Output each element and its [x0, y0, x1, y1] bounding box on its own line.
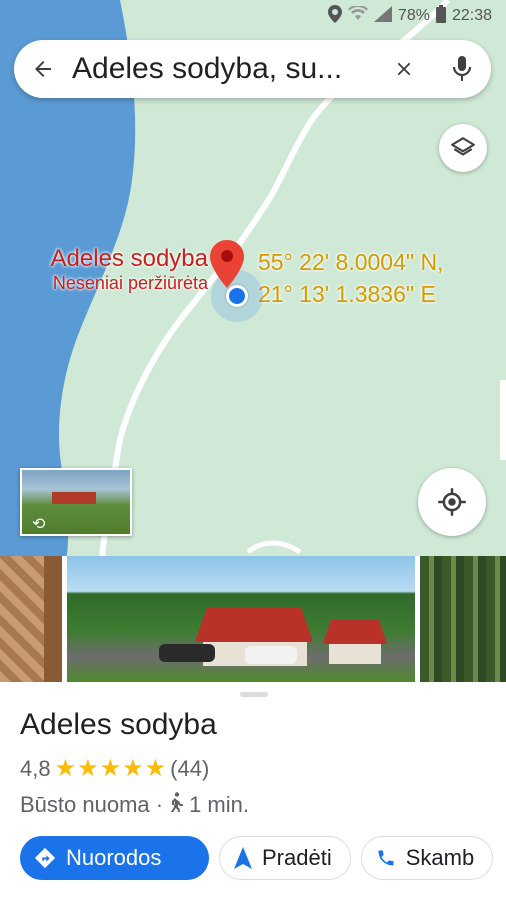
search-bar[interactable]: Adeles sodyba, su...	[14, 40, 491, 98]
directions-icon	[34, 847, 56, 869]
rating-value: 4,8	[20, 756, 51, 781]
photo-forest[interactable]	[420, 556, 506, 682]
photo-car-white	[245, 646, 297, 664]
start-label: Pradėti	[262, 845, 332, 870]
photo-house-exterior[interactable]	[67, 556, 415, 682]
walk-time: 1 min.	[189, 792, 249, 817]
search-query[interactable]: Adeles sodyba, su...	[72, 52, 375, 86]
directions-label: Nuorodos	[66, 845, 162, 870]
arrow-back-icon	[35, 61, 51, 77]
signal-icon	[373, 5, 392, 27]
thumbnail-building	[52, 492, 96, 504]
status-bar: 78% 22:38	[0, 0, 506, 32]
call-button[interactable]: Skamb	[360, 836, 494, 880]
sheet-drag-handle[interactable]	[240, 692, 268, 697]
navigation-arrow-icon	[234, 847, 252, 869]
photo-car-dark	[159, 644, 215, 662]
photo-roof-main	[195, 608, 313, 642]
star-icon: ★	[77, 755, 99, 782]
start-button[interactable]: Pradėti	[219, 836, 351, 880]
star-icon: ★	[54, 755, 77, 782]
star-icon: ★	[144, 755, 167, 782]
coordinates-label: 55° 22' 8.0004" N, 21° 13' 1.3836" E	[258, 246, 443, 310]
battery-percent: 78%	[397, 7, 430, 24]
place-details-sheet[interactable]: Adeles sodyba 4,8 ★ ★ ★ ★ ★ (44) Būsto n…	[0, 682, 506, 900]
voice-search-button[interactable]	[433, 40, 491, 98]
coordinate-longitude: 21° 13' 1.3836" E	[258, 281, 436, 307]
action-buttons: Nuorodos Pradėti Skamb	[20, 836, 494, 882]
photo-door-frame	[44, 556, 62, 682]
wifi-icon	[347, 4, 368, 27]
phone-icon	[376, 848, 396, 868]
map-view[interactable]: 78% 22:38 Adeles sodyba, su... Adeles so…	[0, 0, 506, 560]
map-place-name: Adeles sodyba	[50, 245, 208, 272]
photo-interior[interactable]	[0, 556, 62, 682]
photo-wall-side	[329, 644, 381, 664]
map-place-subtitle: Neseniai peržiūrėta	[52, 273, 208, 293]
photo-strip[interactable]	[0, 556, 506, 682]
place-category: Būsto nuoma ·	[20, 792, 164, 817]
map-pin-icon[interactable]	[210, 240, 244, 293]
battery-icon	[435, 4, 446, 28]
place-info-row: Būsto nuoma · 1 min.	[20, 792, 249, 818]
location-icon	[327, 4, 342, 28]
layers-icon	[451, 137, 475, 156]
photo-roof-side	[323, 620, 387, 644]
rating-stars: ★ ★ ★ ★ ★	[55, 757, 167, 781]
clock: 22:38	[451, 7, 492, 24]
crosshair-icon	[438, 488, 466, 516]
walking-icon	[169, 792, 183, 818]
place-title: Adeles sodyba	[20, 708, 217, 741]
coordinate-latitude: 55° 22' 8.0004" N,	[258, 249, 444, 275]
star-icon: ★	[122, 755, 144, 782]
back-button[interactable]	[14, 40, 72, 98]
review-count: (44)	[170, 756, 210, 781]
street-view-rotate-icon: ⟲	[32, 516, 46, 533]
clear-button[interactable]	[375, 40, 433, 98]
close-icon	[397, 62, 411, 76]
directions-button[interactable]: Nuorodos	[20, 836, 209, 880]
my-location-button[interactable]	[418, 468, 486, 536]
map-place-label[interactable]: Adeles sodyba Neseniai peržiūrėta	[51, 246, 208, 294]
rating-row[interactable]: 4,8 ★ ★ ★ ★ ★ (44)	[20, 756, 209, 782]
call-label: Skamb	[405, 845, 475, 870]
layers-button[interactable]	[439, 124, 487, 172]
street-view-thumbnail[interactable]: ⟲	[20, 468, 132, 536]
star-icon: ★	[99, 755, 122, 782]
microphone-icon	[452, 56, 472, 81]
